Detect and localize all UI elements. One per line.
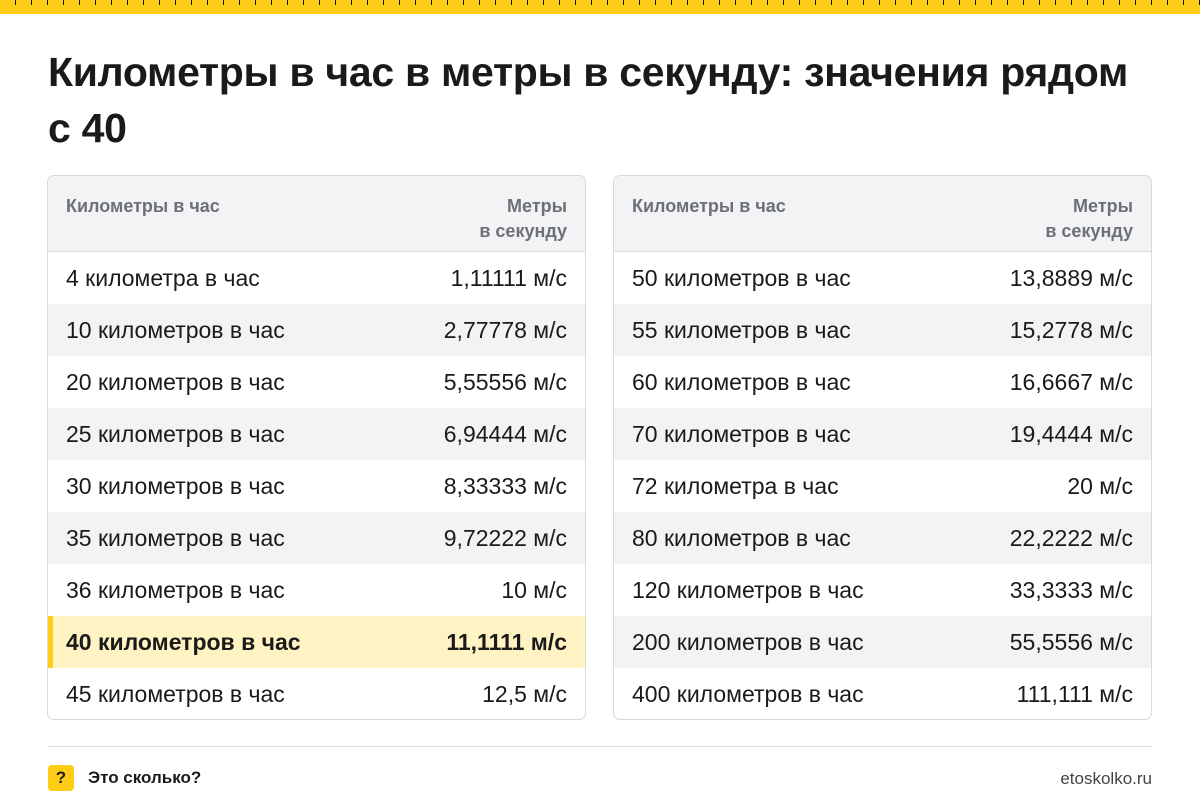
cell-ms: 55,5556 м/с	[1009, 628, 1133, 655]
table-row: 200 километров в час 55,5556 м/с	[614, 616, 1151, 668]
cell-ms: 15,2778 м/с	[1009, 316, 1133, 343]
cell-kmh: 45 километров в час	[66, 680, 285, 707]
cell-kmh: 30 километров в час	[66, 472, 285, 499]
table-header: Километры в час Метры в секунду	[614, 176, 1151, 252]
table-row: 30 километров в час 8,33333 м/с	[48, 460, 585, 512]
footer-divider	[48, 746, 1152, 747]
cell-kmh: 80 километров в час	[632, 524, 851, 551]
table-row: 35 километров в час 9,72222 м/с	[48, 512, 585, 564]
cell-kmh: 200 километров в час	[632, 628, 864, 655]
site-url[interactable]: etoskolko.ru	[1060, 767, 1152, 791]
cell-kmh: 20 километров в час	[66, 368, 285, 395]
cell-kmh: 25 километров в час	[66, 420, 285, 447]
cell-kmh: 72 километра в час	[632, 472, 839, 499]
cell-kmh: 120 километров в час	[632, 576, 864, 603]
table-row: 72 километра в час 20 м/с	[614, 460, 1151, 512]
table-row: 20 километров в час 5,55556 м/с	[48, 356, 585, 408]
cell-kmh: 10 километров в час	[66, 316, 285, 343]
cell-kmh: 35 километров в час	[66, 524, 285, 551]
brand-name: Это сколько?	[88, 768, 202, 787]
cell-ms: 33,3333 м/с	[1009, 576, 1133, 603]
cell-kmh: 4 километра в час	[66, 264, 260, 291]
cell-ms: 9,72222 м/с	[443, 524, 567, 551]
table-row: 400 километров в час 111,111 м/с	[614, 668, 1151, 719]
table-row: 25 километров в час 6,94444 м/с	[48, 408, 585, 460]
cell-ms: 11,1111 м/с	[446, 628, 567, 655]
cell-kmh: 60 километров в час	[632, 368, 851, 395]
question-mark-icon: ?	[48, 765, 74, 791]
table-row: 36 километров в час 10 м/с	[48, 564, 585, 616]
table-row: 120 километров в час 33,3333 м/с	[614, 564, 1151, 616]
table-header: Километры в час Метры в секунду	[48, 176, 585, 252]
header-kmh: Километры в час	[632, 196, 786, 216]
cell-ms: 8,33333 м/с	[443, 472, 567, 499]
header-ms: Метры в секунду	[479, 196, 567, 241]
cell-ms: 1,11111 м/с	[450, 264, 567, 291]
header-kmh: Километры в час	[66, 196, 220, 216]
cell-ms: 22,2222 м/с	[1009, 524, 1133, 551]
cell-ms: 6,94444 м/с	[443, 420, 567, 447]
cell-ms: 19,4444 м/с	[1009, 420, 1133, 447]
conversion-table-left: Километры в час Метры в секунду 4 киломе…	[47, 175, 586, 720]
table-row: 70 километров в час 19,4444 м/с	[614, 408, 1151, 460]
table-row: 55 километров в час 15,2778 м/с	[614, 304, 1151, 356]
cell-ms: 16,6667 м/с	[1009, 368, 1133, 395]
header-ms: Метры в секунду	[1045, 196, 1133, 241]
table-row: 50 километров в час 13,8889 м/с	[614, 252, 1151, 304]
cell-kmh: 55 километров в час	[632, 316, 851, 343]
cell-kmh: 40 километров в час	[66, 628, 301, 655]
table-row: 60 километров в час 16,6667 м/с	[614, 356, 1151, 408]
cell-ms: 12,5 м/с	[482, 680, 567, 707]
ruler-stripe	[0, 0, 1200, 14]
cell-kmh: 400 километров в час	[632, 680, 864, 707]
table-row: 4 километра в час 1,11111 м/с	[48, 252, 585, 304]
table-row: 45 километров в час 12,5 м/с	[48, 668, 585, 719]
conversion-table-right: Километры в час Метры в секунду 50 килом…	[613, 175, 1152, 720]
cell-ms: 5,55556 м/с	[443, 368, 567, 395]
cell-kmh: 36 километров в час	[66, 576, 285, 603]
page-title: Километры в час в метры в секунду: значе…	[48, 49, 1128, 151]
table-row: 10 километров в час 2,77778 м/с	[48, 304, 585, 356]
cell-kmh: 50 километров в час	[632, 264, 851, 291]
cell-ms: 2,77778 м/с	[443, 316, 567, 343]
cell-ms: 20 м/с	[1067, 472, 1133, 499]
cell-ms: 13,8889 м/с	[1009, 264, 1133, 291]
cell-kmh: 70 километров в час	[632, 420, 851, 447]
table-row-highlighted: 40 километров в час 11,1111 м/с	[48, 616, 585, 668]
cell-ms: 10 м/с	[501, 576, 567, 603]
cell-ms: 111,111 м/с	[1016, 680, 1133, 707]
table-row: 80 километров в час 22,2222 м/с	[614, 512, 1151, 564]
